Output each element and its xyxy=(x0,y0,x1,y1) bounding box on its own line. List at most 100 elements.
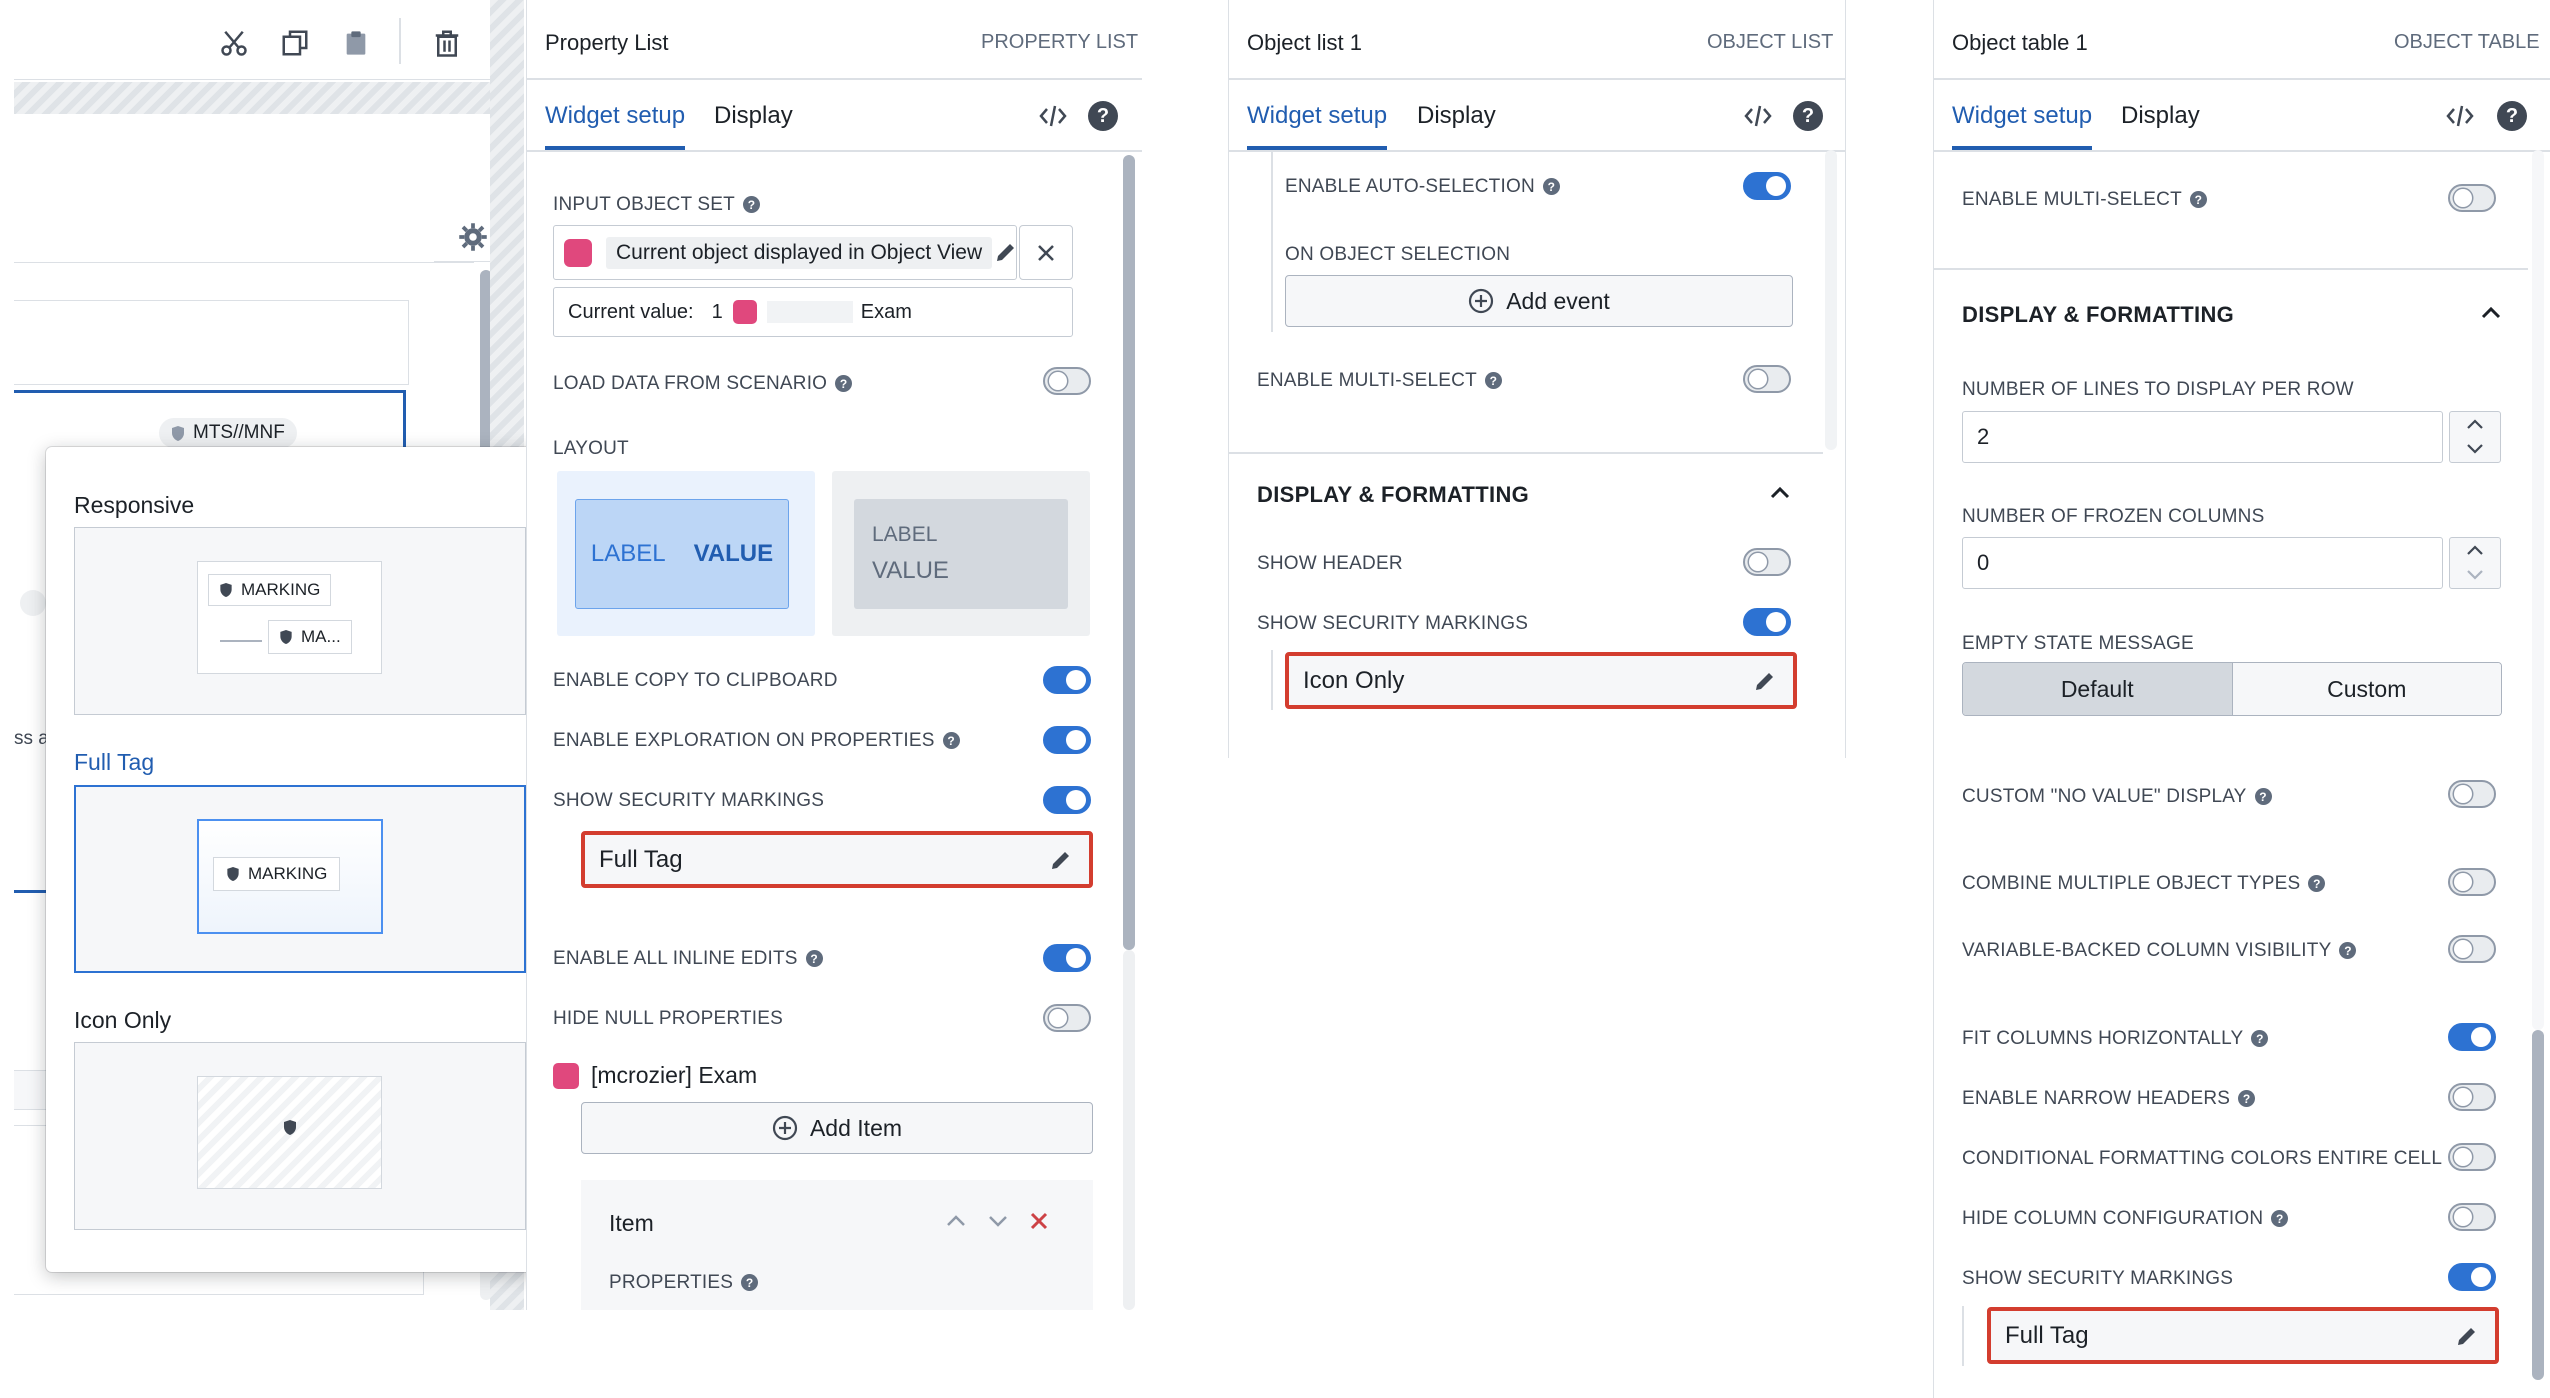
edit-pencil-icon[interactable] xyxy=(994,240,1018,264)
icon-only-preview-frame xyxy=(197,1076,382,1189)
property-list-scrollbar[interactable] xyxy=(1123,155,1135,950)
auto-selection-toggle[interactable] xyxy=(1743,172,1791,200)
empty-state-label: EMPTY STATE MESSAGE xyxy=(1962,633,2194,654)
copy-clipboard-toggle[interactable] xyxy=(1043,666,1091,694)
combine-types-label: COMBINE MULTIPLE OBJECT TYPES? xyxy=(1962,873,2326,895)
variable-visibility-toggle[interactable] xyxy=(2448,935,2496,963)
multi-select-toggle[interactable] xyxy=(2448,184,2496,212)
option-icon-only-card[interactable] xyxy=(74,1042,526,1230)
display-formatting-header[interactable]: DISPLAY & FORMATTING xyxy=(1257,482,1529,508)
chevron-down-icon[interactable] xyxy=(2465,442,2485,456)
code-icon[interactable] xyxy=(1743,103,1773,129)
chevron-up-icon[interactable] xyxy=(945,1212,967,1230)
object-type-name: [mcrozier] Exam xyxy=(591,1062,758,1088)
security-style-select[interactable]: Full Tag xyxy=(581,831,1093,888)
tab-widget-setup[interactable]: Widget setup xyxy=(545,102,686,150)
remove-item-icon[interactable] xyxy=(1029,1211,1049,1231)
frozen-columns-stepper[interactable] xyxy=(2449,537,2501,589)
security-markings-toggle[interactable] xyxy=(1043,786,1091,814)
conditional-formatting-toggle[interactable] xyxy=(2448,1143,2496,1171)
exploration-label: ENABLE EXPLORATION ON PROPERTIES? xyxy=(553,730,960,752)
help-icon[interactable]: ? xyxy=(1793,101,1823,131)
combine-types-toggle[interactable] xyxy=(2448,868,2496,896)
object-list-scrollbar[interactable] xyxy=(1825,150,1837,450)
security-style-value: Full Tag xyxy=(599,845,683,873)
hide-null-toggle[interactable] xyxy=(1043,1004,1091,1032)
paste-icon[interactable] xyxy=(342,28,370,58)
custom-no-value-label: CUSTOM "NO VALUE" DISPLAY? xyxy=(1962,786,2272,808)
object-table-scrollbar[interactable] xyxy=(2532,1030,2544,1380)
chevron-up-icon[interactable] xyxy=(2465,417,2485,431)
inline-edits-toggle[interactable] xyxy=(1043,944,1091,972)
option-full-tag-label: Full Tag xyxy=(74,749,155,775)
layout-option-stacked[interactable]: LABEL VALUE xyxy=(832,471,1090,636)
load-data-toggle[interactable] xyxy=(1043,367,1091,395)
canvas-fragment-text: ss a xyxy=(14,728,49,749)
edit-pencil-icon[interactable] xyxy=(1049,848,1073,872)
lines-per-row-stepper[interactable] xyxy=(2449,411,2501,463)
security-style-select[interactable]: Icon Only xyxy=(1285,652,1797,709)
code-icon[interactable] xyxy=(1038,103,1068,129)
edit-pencil-icon[interactable] xyxy=(2455,1324,2479,1348)
security-style-value: Icon Only xyxy=(1303,666,1405,694)
add-event-button[interactable]: Add event xyxy=(1285,275,1793,327)
display-formatting-header[interactable]: DISPLAY & FORMATTING xyxy=(1962,302,2234,328)
add-circle-icon xyxy=(1469,288,1494,314)
security-markings-label: SHOW SECURITY MARKINGS xyxy=(553,790,825,811)
narrow-headers-toggle[interactable] xyxy=(2448,1083,2496,1111)
layout-option-inline[interactable]: LABEL VALUE xyxy=(557,471,815,636)
responsive-chip-short: MA... xyxy=(268,620,352,654)
frozen-columns-input[interactable]: 0 xyxy=(1962,537,2443,589)
lines-per-row-label: NUMBER OF LINES TO DISPLAY PER ROW xyxy=(1962,379,2354,400)
input-object-set-field[interactable]: Current object displayed in Object View xyxy=(553,225,1017,280)
option-full-tag-card[interactable]: MARKING xyxy=(74,785,526,973)
multi-select-toggle[interactable] xyxy=(1743,365,1791,393)
edit-pencil-icon[interactable] xyxy=(1753,669,1777,693)
duplicate-icon[interactable] xyxy=(280,28,310,58)
tab-widget-setup[interactable]: Widget setup xyxy=(1952,102,2093,150)
tab-widget-setup[interactable]: Widget setup xyxy=(1247,102,1388,150)
tab-display[interactable]: Display xyxy=(1417,102,1496,130)
lines-per-row-input[interactable]: 2 xyxy=(1962,411,2443,463)
security-style-select[interactable]: Full Tag xyxy=(1987,1307,2499,1364)
show-header-toggle[interactable] xyxy=(1743,548,1791,576)
chevron-up-icon[interactable] xyxy=(1769,484,1791,502)
tab-display[interactable]: Display xyxy=(714,102,793,130)
empty-state-default-button[interactable]: Default xyxy=(1963,663,2233,715)
full-tag-chip: MARKING xyxy=(213,857,341,891)
help-icon[interactable]: ? xyxy=(2497,101,2527,131)
layout-stacked-label: LABEL xyxy=(872,523,938,546)
custom-no-value-toggle[interactable] xyxy=(2448,780,2496,808)
gear-icon xyxy=(459,223,487,251)
code-icon[interactable] xyxy=(2445,103,2475,129)
current-value-redacted xyxy=(766,301,853,323)
panel-type-label: PROPERTY LIST xyxy=(981,31,1139,53)
tab-display[interactable]: Display xyxy=(2121,102,2200,130)
load-data-label: LOAD DATA FROM SCENARIO? xyxy=(553,373,853,395)
clear-object-set-button[interactable] xyxy=(1019,225,1073,280)
fit-columns-toggle[interactable] xyxy=(2448,1023,2496,1051)
option-responsive-card[interactable]: MARKING MA... xyxy=(74,527,526,715)
responsive-chip-short-text: MA... xyxy=(301,627,341,646)
chevron-up-icon[interactable] xyxy=(2465,543,2485,557)
canvas-selected-widget[interactable]: MTS//MNF xyxy=(14,390,406,450)
chevron-down-icon[interactable] xyxy=(2465,568,2485,582)
canvas-toolbar xyxy=(14,0,490,80)
delete-icon[interactable] xyxy=(432,28,462,58)
canvas-left-shield xyxy=(20,590,46,616)
object-type-icon xyxy=(732,300,757,324)
chevron-down-icon[interactable] xyxy=(987,1212,1009,1230)
panel-title: Property List xyxy=(545,30,669,55)
hide-column-config-toggle[interactable] xyxy=(2448,1203,2496,1231)
security-markings-toggle[interactable] xyxy=(2448,1263,2496,1291)
help-icon[interactable]: ? xyxy=(1088,101,1118,131)
security-markings-toggle[interactable] xyxy=(1743,608,1791,636)
add-item-button[interactable]: Add Item xyxy=(581,1102,1093,1154)
security-markings-label: SHOW SECURITY MARKINGS xyxy=(1257,613,1529,634)
chevron-up-icon[interactable] xyxy=(2480,304,2502,322)
empty-state-custom-button[interactable]: Custom xyxy=(2232,663,2501,715)
exploration-toggle[interactable] xyxy=(1043,726,1091,754)
cut-icon[interactable] xyxy=(219,28,249,58)
security-style-value: Full Tag xyxy=(2005,1321,2089,1349)
option-icon-only-label: Icon Only xyxy=(74,1007,172,1033)
